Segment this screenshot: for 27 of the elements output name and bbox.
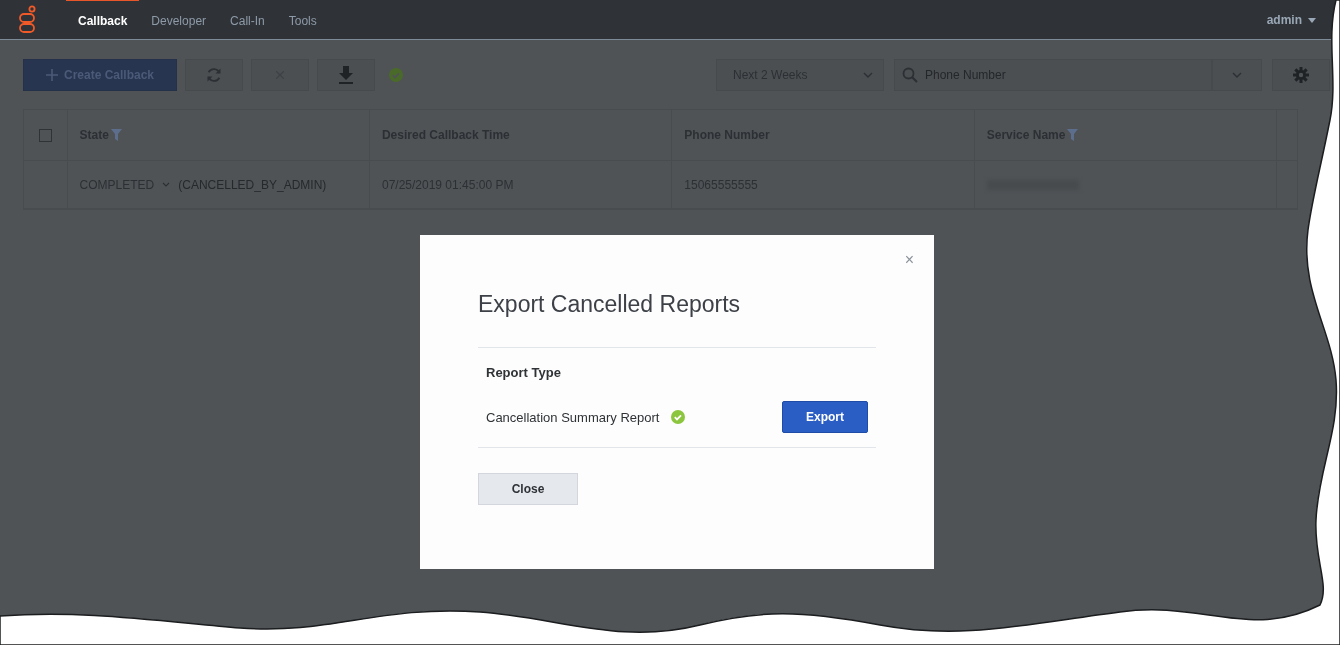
plus-icon [45, 69, 58, 81]
download-button[interactable] [317, 59, 375, 91]
check-circle-icon [389, 68, 403, 82]
chevron-down-icon [1232, 72, 1242, 78]
nav-tab[interactable]: Tools [276, 0, 329, 39]
download-icon [338, 66, 354, 84]
caret-icon [1308, 16, 1316, 23]
export-button[interactable]: Export [782, 401, 868, 433]
logo-icon [18, 4, 38, 35]
dialog-title: Export Cancelled Reports [478, 291, 876, 348]
search-icon [902, 67, 918, 83]
chevron-down-icon [162, 182, 171, 187]
nav-tab[interactable]: Callback [66, 0, 140, 39]
nav-tab[interactable]: Developer [139, 0, 219, 39]
refresh-button[interactable] [185, 59, 243, 91]
report-name: Cancellation Summary Report [486, 409, 660, 425]
nav-tab[interactable]: Call-In [218, 0, 277, 39]
settings-button[interactable] [1272, 59, 1330, 91]
select-all-checkbox[interactable] [39, 128, 52, 142]
user-menu[interactable]: admin [1266, 12, 1302, 27]
settings-icon [1293, 67, 1309, 83]
section-heading: Report Type [486, 364, 562, 382]
search-type-dropdown[interactable] [1212, 59, 1262, 91]
refresh-icon [206, 67, 222, 83]
close-button[interactable]: × [902, 251, 916, 269]
chevron-down-icon [863, 72, 873, 78]
close-button[interactable]: Close [478, 473, 578, 505]
